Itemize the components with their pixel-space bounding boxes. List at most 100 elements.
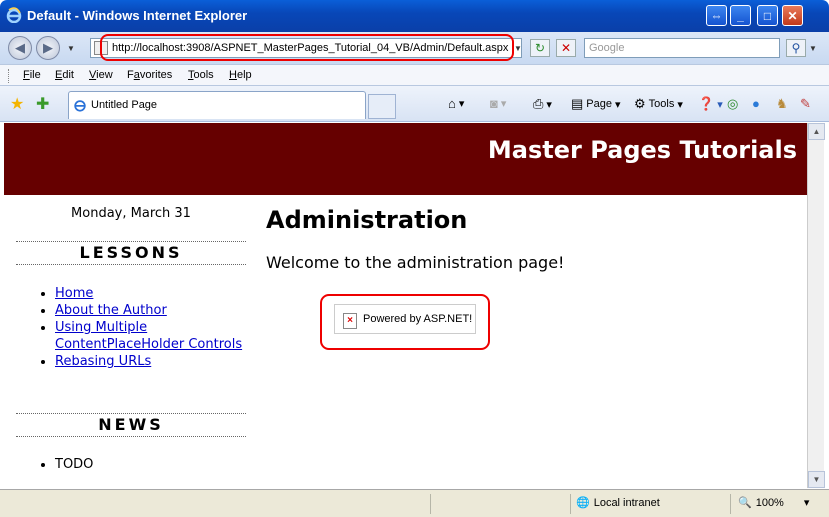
zoom-level: 100% [755,496,784,509]
lesson-link-about-author[interactable]: About the Author [55,303,167,318]
back-arrow-icon: ◀ [15,40,25,55]
status-divider [430,494,431,514]
tab-untitled-page[interactable]: Untitled Page [68,91,366,119]
list-item: Rebasing URLs [55,353,245,370]
help-button[interactable]: ❓ ▾ [698,96,723,112]
page-heading: Administration [266,206,468,234]
vertical-scrollbar[interactable]: ▲ ▼ [807,123,825,488]
home-dropdown-icon: ▾ [458,98,465,110]
globe-icon: 🌐 [576,497,590,509]
extra-button[interactable]: ✎ [800,96,811,112]
search-input[interactable]: Google [584,38,780,58]
menu-bar: File Edit View Favorites Tools Help [0,64,829,86]
tools-menu-button[interactable]: ⚙ Tools ▾ [634,96,683,112]
stop-button[interactable]: ✕ [556,39,576,57]
menu-tools-rest: ools [193,69,214,81]
minimize-button[interactable]: _ [730,5,751,26]
lessons-list: Home About the Author Using Multiple Con… [55,285,245,370]
lesson-link-home[interactable]: Home [55,286,93,301]
menu-favorites-pre: F [127,69,134,81]
history-dropdown-icon[interactable]: ▼ [67,44,75,53]
menu-edit[interactable]: Edit [55,69,74,81]
welcome-text: Welcome to the administration page! [266,253,565,272]
menu-edit-rest: dit [62,69,74,81]
scroll-down-icon[interactable]: ▼ [808,471,825,488]
tab-bar: ★ ✚ Untitled Page ⌂ ▾ ◙ ▾ ⎙ ▾ ▤ Page ▾ ⚙ Tools… [0,86,829,122]
status-bar: 🌐 Local intranet 🔍 100% ▾ [0,489,829,517]
close-button[interactable]: ✕ [782,5,803,26]
lessons-heading: LESSONS [16,241,246,265]
research-button[interactable]: ◎ [727,96,738,112]
site-banner: Master Pages Tutorials [4,123,807,195]
tab-label: Untitled Page [91,99,158,111]
status-divider [730,494,731,514]
status-divider [570,494,571,514]
toolbar-grip [8,69,11,83]
page-menu-button[interactable]: ▤ Page ▾ [571,96,621,112]
zone-label: Local intranet [593,496,660,509]
refresh-button[interactable]: ↻ [530,39,550,57]
menu-view[interactable]: View [89,69,113,81]
page-icon: ▤ [571,96,584,111]
tools-dropdown-icon: ▾ [677,98,683,111]
security-zone[interactable]: 🌐 Local intranet [576,496,660,510]
zoom-icon: 🔍 [738,497,752,509]
gear-icon: ⚙ [634,96,646,111]
menu-tools[interactable]: Tools [188,69,214,81]
menu-favorites-rest: vorites [139,69,173,81]
page-menu-label: Page [586,98,612,110]
left-column: Monday, March 31 LESSONS Home About the … [4,195,254,488]
forward-button[interactable]: ▶ [36,36,60,60]
list-item: Home [55,285,245,302]
search-button[interactable]: ⚲ [786,39,806,57]
ie-page-icon [74,100,86,112]
menu-help-accel: H [229,69,237,81]
extra-icon: ✎ [800,96,811,111]
back-button[interactable]: ◀ [8,36,32,60]
print-dropdown-icon: ▾ [546,98,552,111]
address-dropdown-icon[interactable]: ▼ [514,44,522,53]
research-icon: ◎ [727,96,739,111]
messenger-button[interactable]: ● [752,96,760,111]
menu-favorites[interactable]: Favorites [127,69,172,81]
scroll-up-icon[interactable]: ▲ [808,123,825,140]
menu-help[interactable]: Help [229,69,252,81]
search-options-dropdown-icon[interactable]: ▼ [809,44,817,53]
title-bar: Default - Windows Internet Explorer ⇔ _ … [0,0,829,32]
restore-tabs-button[interactable]: ⇔ [706,5,727,26]
messenger-icon: ● [752,96,760,111]
home-button[interactable]: ⌂ ▾ [448,96,464,111]
favorites-center-icon[interactable]: ★ [10,94,24,114]
zoom-control[interactable]: 🔍 100% ▾ [738,496,810,510]
date-display: Monday, March 31 [71,206,191,221]
help-icon: ❓ [698,96,715,111]
list-item: Using Multiple ContentPlaceHolder Contro… [55,319,245,353]
forward-arrow-icon: ▶ [43,40,53,55]
maximize-button[interactable]: □ [757,5,778,26]
page-dropdown-icon: ▾ [615,98,621,111]
menu-file[interactable]: File [23,69,41,81]
menu-file-accel: F [23,69,30,81]
menu-view-rest: iew [96,69,113,81]
zoom-dropdown-icon: ▾ [803,497,810,509]
lesson-link-rebasing-urls[interactable]: Rebasing URLs [55,354,151,369]
addon-button[interactable]: ♞ [776,96,788,112]
news-list: TODO [55,457,93,472]
tools-menu-label: Tools [648,98,675,110]
print-button[interactable]: ⎙ ▾ [533,96,552,112]
lesson-link-multiple-placeholders[interactable]: Using Multiple ContentPlaceHolder Contro… [55,320,242,352]
banner-title: Master Pages Tutorials [487,136,797,164]
add-favorites-icon[interactable]: ✚ [36,94,49,114]
addon-icon: ♞ [776,96,788,111]
home-icon: ⌂ [448,96,456,111]
news-item: TODO [55,457,93,472]
feeds-button[interactable]: ◙ ▾ [490,96,506,111]
rss-icon: ◙ [490,96,498,111]
news-heading: NEWS [16,413,246,437]
menu-help-rest: elp [236,69,252,81]
ie-logo-icon [6,7,22,23]
new-tab-button[interactable] [368,94,396,119]
help-dropdown-icon: ▾ [717,98,723,111]
image-highlight-annotation [320,294,490,350]
address-highlight-annotation [100,34,514,61]
